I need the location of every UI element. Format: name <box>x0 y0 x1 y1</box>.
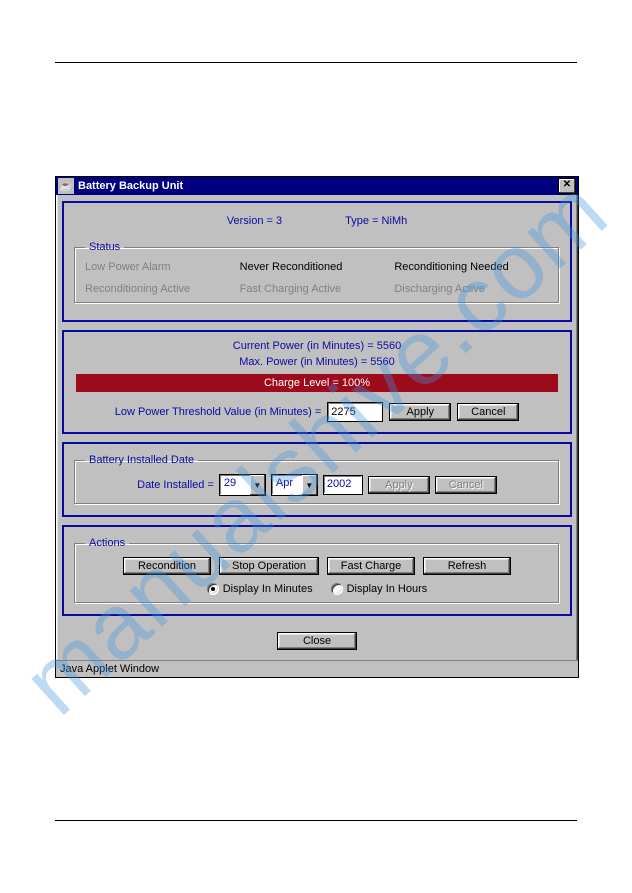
chevron-down-icon: ▼ <box>302 475 317 495</box>
display-minutes-label: Display In Minutes <box>223 583 313 595</box>
battery-backup-window: ☕ Battery Backup Unit ✕ Version = 3 Type… <box>55 176 579 678</box>
chevron-down-icon: ▼ <box>250 475 265 495</box>
header-info: Version = 3 Type = NiMh <box>74 211 560 235</box>
threshold-label: Low Power Threshold Value (in Minutes) = <box>115 406 322 418</box>
month-value: Apr <box>272 475 302 495</box>
page-rule-top <box>55 62 577 63</box>
statusbar: Java Applet Window <box>56 660 578 677</box>
status-low-power-alarm: Low Power Alarm <box>85 261 240 273</box>
date-apply-button[interactable]: Apply <box>368 476 430 494</box>
close-icon[interactable]: ✕ <box>558 178 576 194</box>
max-power-label: Max. Power (in Minutes) = 5560 <box>74 356 560 368</box>
radio-icon <box>207 583 219 595</box>
actions-legend: Actions <box>85 537 129 549</box>
status-legend: Status <box>85 241 124 253</box>
day-value: 29 <box>220 475 250 495</box>
display-hours-label: Display In Hours <box>347 583 428 595</box>
close-button[interactable]: Close <box>277 632 357 650</box>
page-rule-bottom <box>55 820 577 821</box>
threshold-input[interactable] <box>327 402 383 422</box>
status-discharging-active: Discharging Active <box>394 283 549 295</box>
battery-date-panel: Battery Installed Date Date Installed = … <box>62 442 572 517</box>
power-panel: Current Power (in Minutes) = 5560 Max. P… <box>62 330 572 434</box>
window-title: Battery Backup Unit <box>78 180 558 192</box>
type-label: Type = NiMh <box>345 215 407 227</box>
status-fieldset: Status Low Power Alarm Never Recondition… <box>74 241 560 304</box>
status-reconditioning-needed: Reconditioning Needed <box>394 261 549 273</box>
month-select[interactable]: Apr ▼ <box>271 474 318 496</box>
current-power-label: Current Power (in Minutes) = 5560 <box>74 340 560 352</box>
radio-icon <box>331 583 343 595</box>
battery-date-legend: Battery Installed Date <box>85 454 198 466</box>
refresh-button[interactable]: Refresh <box>423 557 511 575</box>
year-input[interactable]: 2002 <box>323 475 363 495</box>
version-label: Version = 3 <box>227 215 282 227</box>
window-icon: ☕ <box>58 178 74 194</box>
battery-date-fieldset: Battery Installed Date Date Installed = … <box>74 454 560 505</box>
display-hours-radio[interactable]: Display In Hours <box>331 583 428 595</box>
status-reconditioning-active: Reconditioning Active <box>85 283 240 295</box>
fast-charge-button[interactable]: Fast Charge <box>327 557 415 575</box>
date-installed-label: Date Installed = <box>137 479 214 491</box>
titlebar[interactable]: ☕ Battery Backup Unit ✕ <box>56 177 578 195</box>
threshold-apply-button[interactable]: Apply <box>389 403 451 421</box>
recondition-button[interactable]: Recondition <box>123 557 211 575</box>
status-never-reconditioned: Never Reconditioned <box>240 261 395 273</box>
stop-operation-button[interactable]: Stop Operation <box>219 557 319 575</box>
threshold-cancel-button[interactable]: Cancel <box>457 403 519 421</box>
day-select[interactable]: 29 ▼ <box>219 474 266 496</box>
display-minutes-radio[interactable]: Display In Minutes <box>207 583 313 595</box>
status-fast-charging-active: Fast Charging Active <box>240 283 395 295</box>
actions-fieldset: Actions Recondition Stop Operation Fast … <box>74 537 560 604</box>
date-cancel-button[interactable]: Cancel <box>435 476 497 494</box>
actions-panel: Actions Recondition Stop Operation Fast … <box>62 525 572 616</box>
status-panel: Version = 3 Type = NiMh Status Low Power… <box>62 201 572 322</box>
charge-level-bar: Charge Level = 100% <box>76 374 558 392</box>
